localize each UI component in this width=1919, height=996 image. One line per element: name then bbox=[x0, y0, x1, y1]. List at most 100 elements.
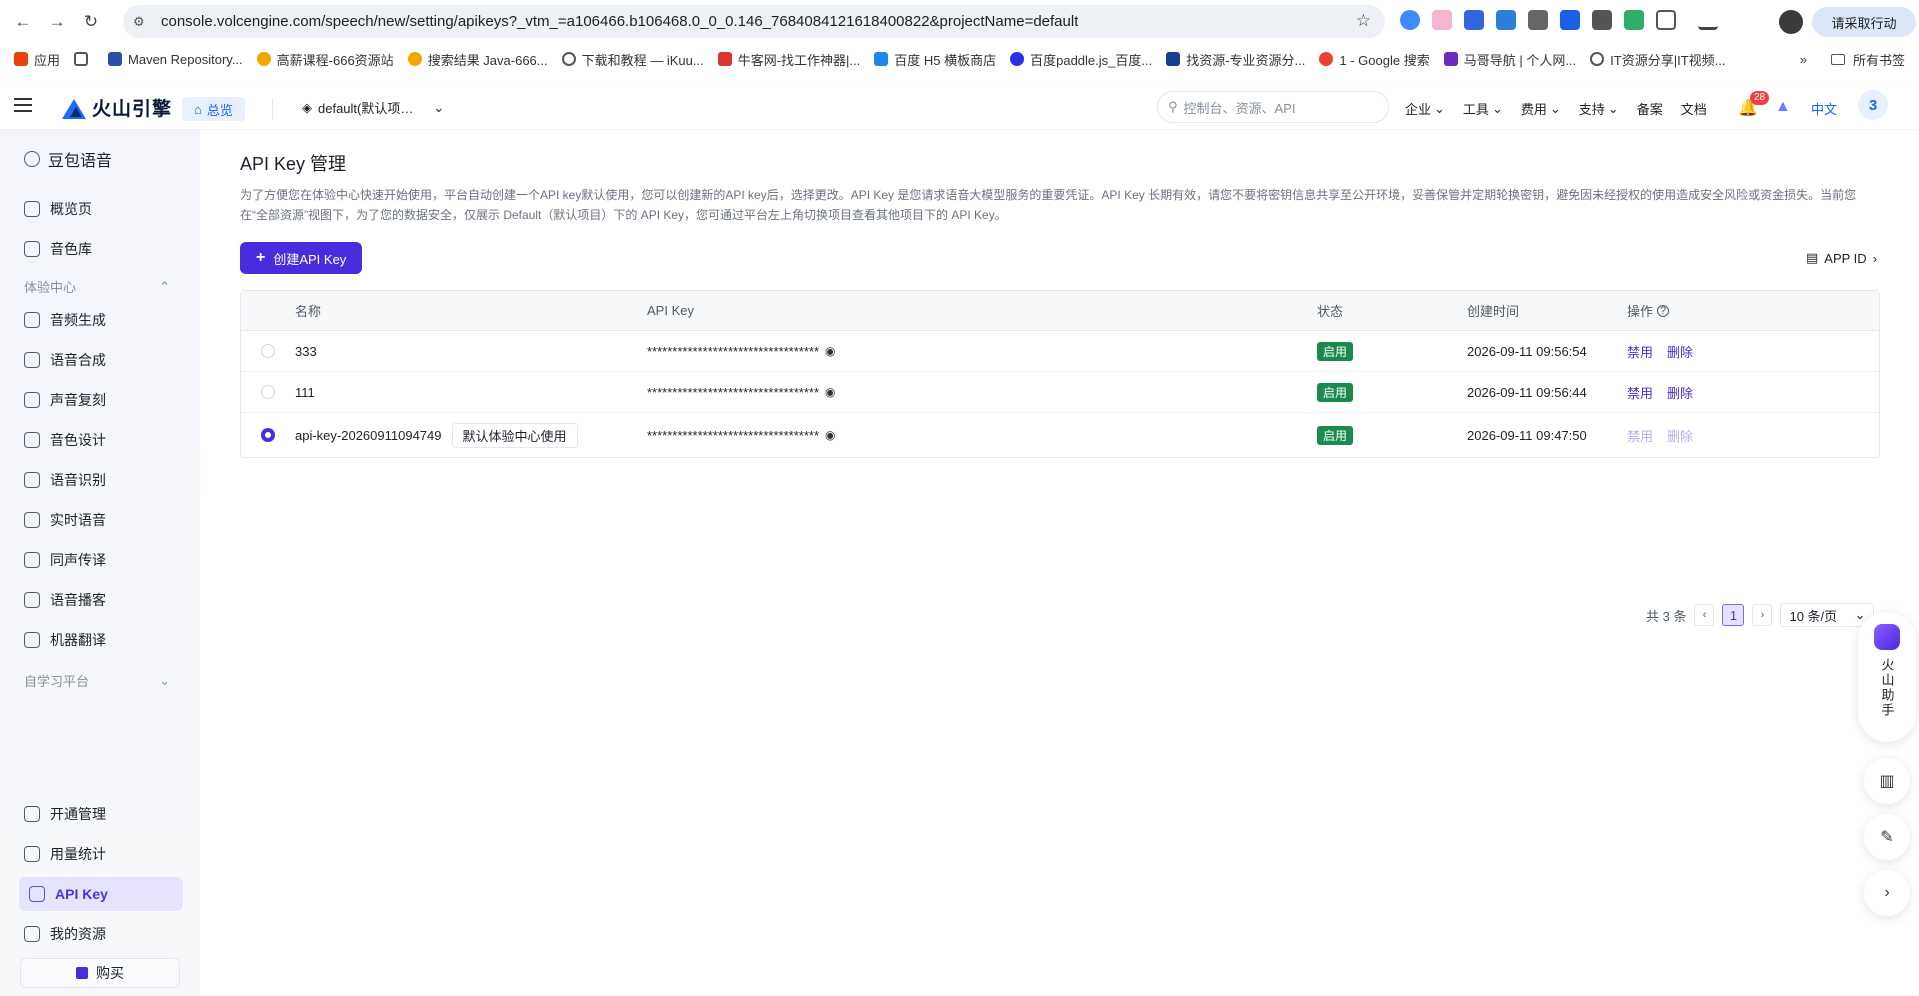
bookmark-item[interactable]: 1 - Google 搜索 bbox=[1319, 50, 1430, 69]
bookmark-item[interactable]: 百度 H5 横板商店 bbox=[874, 50, 996, 69]
row-select-radio-checked[interactable] bbox=[261, 428, 275, 442]
chevron-right-icon[interactable]: › bbox=[1864, 870, 1910, 916]
book-icon[interactable]: ▥ bbox=[1864, 758, 1910, 804]
brand-logo[interactable]: 火山引擎 bbox=[62, 94, 172, 121]
profile-avatar[interactable] bbox=[1779, 10, 1803, 34]
row-name: 111 bbox=[295, 384, 315, 400]
puzzle-icon[interactable] bbox=[1656, 10, 1676, 30]
sidebar-item-tts[interactable]: 语音合成 bbox=[24, 343, 184, 377]
feedback-icon[interactable]: ✎ bbox=[1864, 814, 1910, 860]
extension-icon[interactable] bbox=[1464, 10, 1484, 30]
nav-billing[interactable]: 费用 ⌄ bbox=[1521, 99, 1561, 118]
url-text[interactable]: console.volcengine.com/speech/new/settin… bbox=[161, 13, 1078, 30]
nav-enterprise[interactable]: 企业 ⌄ bbox=[1405, 99, 1445, 118]
forward-icon[interactable]: → bbox=[42, 7, 72, 37]
chevron-down-icon: ⌄ bbox=[1854, 607, 1866, 622]
reload-icon[interactable]: ↻ bbox=[76, 7, 106, 37]
next-page-button[interactable]: › bbox=[1752, 604, 1773, 626]
lock-icon bbox=[76, 967, 88, 979]
sidebar-item-voice-clone[interactable]: 声音复刻 bbox=[24, 383, 184, 417]
eye-icon[interactable]: ◉ bbox=[825, 385, 835, 399]
delete-button[interactable]: 删除 bbox=[1667, 342, 1693, 361]
global-search-input[interactable]: ⚲ 控制台、资源、API bbox=[1157, 91, 1389, 123]
sidebar-item-asr[interactable]: 语音识别 bbox=[24, 463, 184, 497]
chevron-double-right-icon[interactable]: » bbox=[1800, 52, 1807, 67]
nav-support[interactable]: 支持 ⌄ bbox=[1579, 99, 1619, 118]
delete-button[interactable]: 删除 bbox=[1667, 383, 1693, 402]
bookmark-item[interactable]: IT资源分享|IT视频... bbox=[1590, 50, 1725, 69]
buy-button[interactable]: 购买 bbox=[20, 958, 180, 988]
app-id-link[interactable]: ▤ APP ID › bbox=[1806, 250, 1877, 266]
extension-icon[interactable] bbox=[1592, 10, 1612, 30]
nav-tools[interactable]: 工具 ⌄ bbox=[1463, 99, 1503, 118]
sidebar-item-realtime[interactable]: 实时语音 bbox=[24, 503, 184, 537]
bookmark-item[interactable]: 下载和教程 — iKuu... bbox=[561, 50, 704, 69]
col-status: 状态 bbox=[1317, 304, 1344, 319]
assistant-icon[interactable]: ▲ bbox=[1775, 98, 1791, 116]
table-row: 111 ********************************** ◉ … bbox=[241, 372, 1879, 413]
sidebar-group-self-learning[interactable]: 自学习平台 ⌄ bbox=[24, 671, 170, 690]
page-size-select[interactable]: 10 条/页 ⌄ bbox=[1780, 603, 1875, 627]
row-select-radio[interactable] bbox=[261, 385, 275, 399]
sidebar-item-voice-library[interactable]: 音色库 bbox=[24, 232, 184, 266]
bookmark-item[interactable]: 百度paddle.js_百度... bbox=[1010, 50, 1152, 69]
chevron-down-icon: ⌄ bbox=[1549, 100, 1561, 116]
row-select-radio[interactable] bbox=[261, 344, 275, 358]
bookmark-item[interactable] bbox=[74, 52, 94, 66]
menu-icon[interactable] bbox=[14, 98, 32, 112]
bookmark-item[interactable]: 应用 bbox=[14, 50, 60, 69]
nav-docs[interactable]: 文档 bbox=[1681, 99, 1707, 118]
row-key-masked: ********************************** bbox=[647, 384, 820, 400]
prev-page-button[interactable]: ‹ bbox=[1694, 604, 1715, 626]
sidebar-item-resources[interactable]: 我的资源 bbox=[24, 917, 184, 951]
bookmark-star-icon[interactable]: ☆ bbox=[1356, 11, 1371, 31]
bookmark-item[interactable]: 高薪课程-666资源站 bbox=[256, 50, 394, 69]
sidebar-item-usage[interactable]: 用量统计 bbox=[24, 837, 184, 871]
extension-icon[interactable] bbox=[1560, 10, 1580, 30]
sidebar-item-api-key[interactable]: API Key bbox=[19, 877, 183, 911]
eye-icon[interactable]: ◉ bbox=[825, 344, 835, 358]
sidebar-item-activation[interactable]: 开通管理 bbox=[24, 797, 184, 831]
sidebar-item-voice-design[interactable]: 音色设计 bbox=[24, 423, 184, 457]
all-bookmarks[interactable]: » 所有书签 bbox=[1800, 50, 1905, 69]
language-switch[interactable]: 中文 bbox=[1811, 99, 1837, 118]
disable-button[interactable]: 禁用 bbox=[1627, 383, 1653, 402]
help-icon[interactable]: ? bbox=[1657, 304, 1670, 317]
eye-icon[interactable]: ◉ bbox=[825, 428, 835, 442]
bookmark-item[interactable]: 搜索结果 Java-666... bbox=[407, 50, 548, 69]
extension-icon[interactable] bbox=[1432, 10, 1452, 30]
sidebar-item-audio-gen[interactable]: 音频生成 bbox=[24, 303, 184, 337]
project-selector[interactable]: ◈ default(默认项… ⌄ bbox=[302, 98, 444, 117]
overview-button[interactable]: ⌂ 总览 bbox=[182, 97, 245, 121]
bookmark-item[interactable]: 马哥导航 | 个人网... bbox=[1443, 50, 1576, 69]
page-number[interactable]: 1 bbox=[1722, 604, 1745, 626]
address-bar[interactable]: ⚙ console.volcengine.com/speech/new/sett… bbox=[123, 5, 1385, 38]
bookmark-item[interactable]: 找资源-专业资源分... bbox=[1166, 50, 1305, 69]
sidebar-item-translate[interactable]: 机器翻译 bbox=[24, 623, 184, 657]
extension-icon[interactable] bbox=[1528, 10, 1548, 30]
baidu-icon bbox=[1010, 52, 1025, 66]
sidebar-title: 豆包语音 bbox=[24, 147, 112, 171]
extension-icon[interactable] bbox=[1496, 10, 1516, 30]
site-icon bbox=[256, 52, 271, 66]
sidebar-item-interpret[interactable]: 同声传译 bbox=[24, 543, 184, 577]
back-icon[interactable]: ← bbox=[8, 7, 38, 37]
download-icon[interactable] bbox=[1698, 10, 1718, 30]
sidebar-group-experience[interactable]: 体验中心 ⌃ bbox=[24, 277, 170, 296]
chart-icon bbox=[24, 846, 40, 862]
extension-icon[interactable] bbox=[1400, 10, 1420, 30]
chevron-down-icon: ⌄ bbox=[159, 672, 170, 688]
site-info-icon[interactable]: ⚙ bbox=[133, 14, 155, 30]
sidebar-item-overview[interactable]: 概览页 bbox=[24, 192, 184, 226]
volcano-assistant-button[interactable]: 火山助手 bbox=[1858, 612, 1916, 742]
maven-icon bbox=[108, 52, 123, 66]
extension-icon[interactable] bbox=[1624, 10, 1644, 30]
user-avatar[interactable]: 3 bbox=[1858, 90, 1888, 120]
take-action-button[interactable]: 请采取行动 bbox=[1812, 7, 1916, 37]
bookmark-item[interactable]: 牛客网-找工作神器|... bbox=[717, 50, 860, 69]
disable-button[interactable]: 禁用 bbox=[1627, 342, 1653, 361]
sidebar-item-podcast[interactable]: 语音播客 bbox=[24, 583, 184, 617]
create-api-key-button[interactable]: + 创建API Key bbox=[240, 242, 363, 274]
nav-icp[interactable]: 备案 bbox=[1637, 99, 1663, 118]
bookmark-item[interactable]: Maven Repository... bbox=[108, 52, 243, 67]
